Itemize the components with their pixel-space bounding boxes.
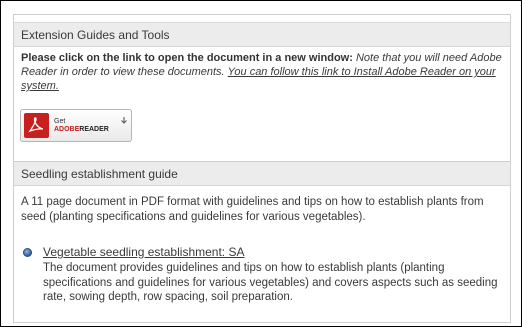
section-header-extension-guides: Extension Guides and Tools: [14, 22, 510, 47]
screenshot-frame: Extension Guides and Tools Please click …: [0, 0, 522, 327]
adobe-reader-icon: [24, 113, 49, 138]
intro-text: Please click on the link to open the doc…: [21, 51, 504, 93]
get-label: Get: [54, 118, 66, 125]
download-arrow-icon: [119, 113, 129, 124]
content-panel: Extension Guides and Tools Please click …: [13, 14, 511, 323]
bullet-icon: [23, 248, 32, 257]
document-summary: The document provides guidelines and tip…: [43, 262, 498, 303]
intro-instruction: Please click on the link to open the doc…: [21, 52, 353, 64]
reader-word: READER: [79, 126, 109, 133]
section-header-seedling-guide: Seedling establishment guide: [14, 161, 510, 186]
get-adobe-reader-button[interactable]: Get ADOBEREADER: [20, 109, 132, 142]
document-link[interactable]: Vegetable seedling establishment: SA: [43, 245, 244, 260]
adobe-brand-label: ADOBEREADER: [54, 126, 109, 133]
seedling-guide-description: A 11 page document in PDF format with gu…: [21, 196, 484, 223]
adobe-reader-label: Get ADOBEREADER: [54, 118, 109, 134]
